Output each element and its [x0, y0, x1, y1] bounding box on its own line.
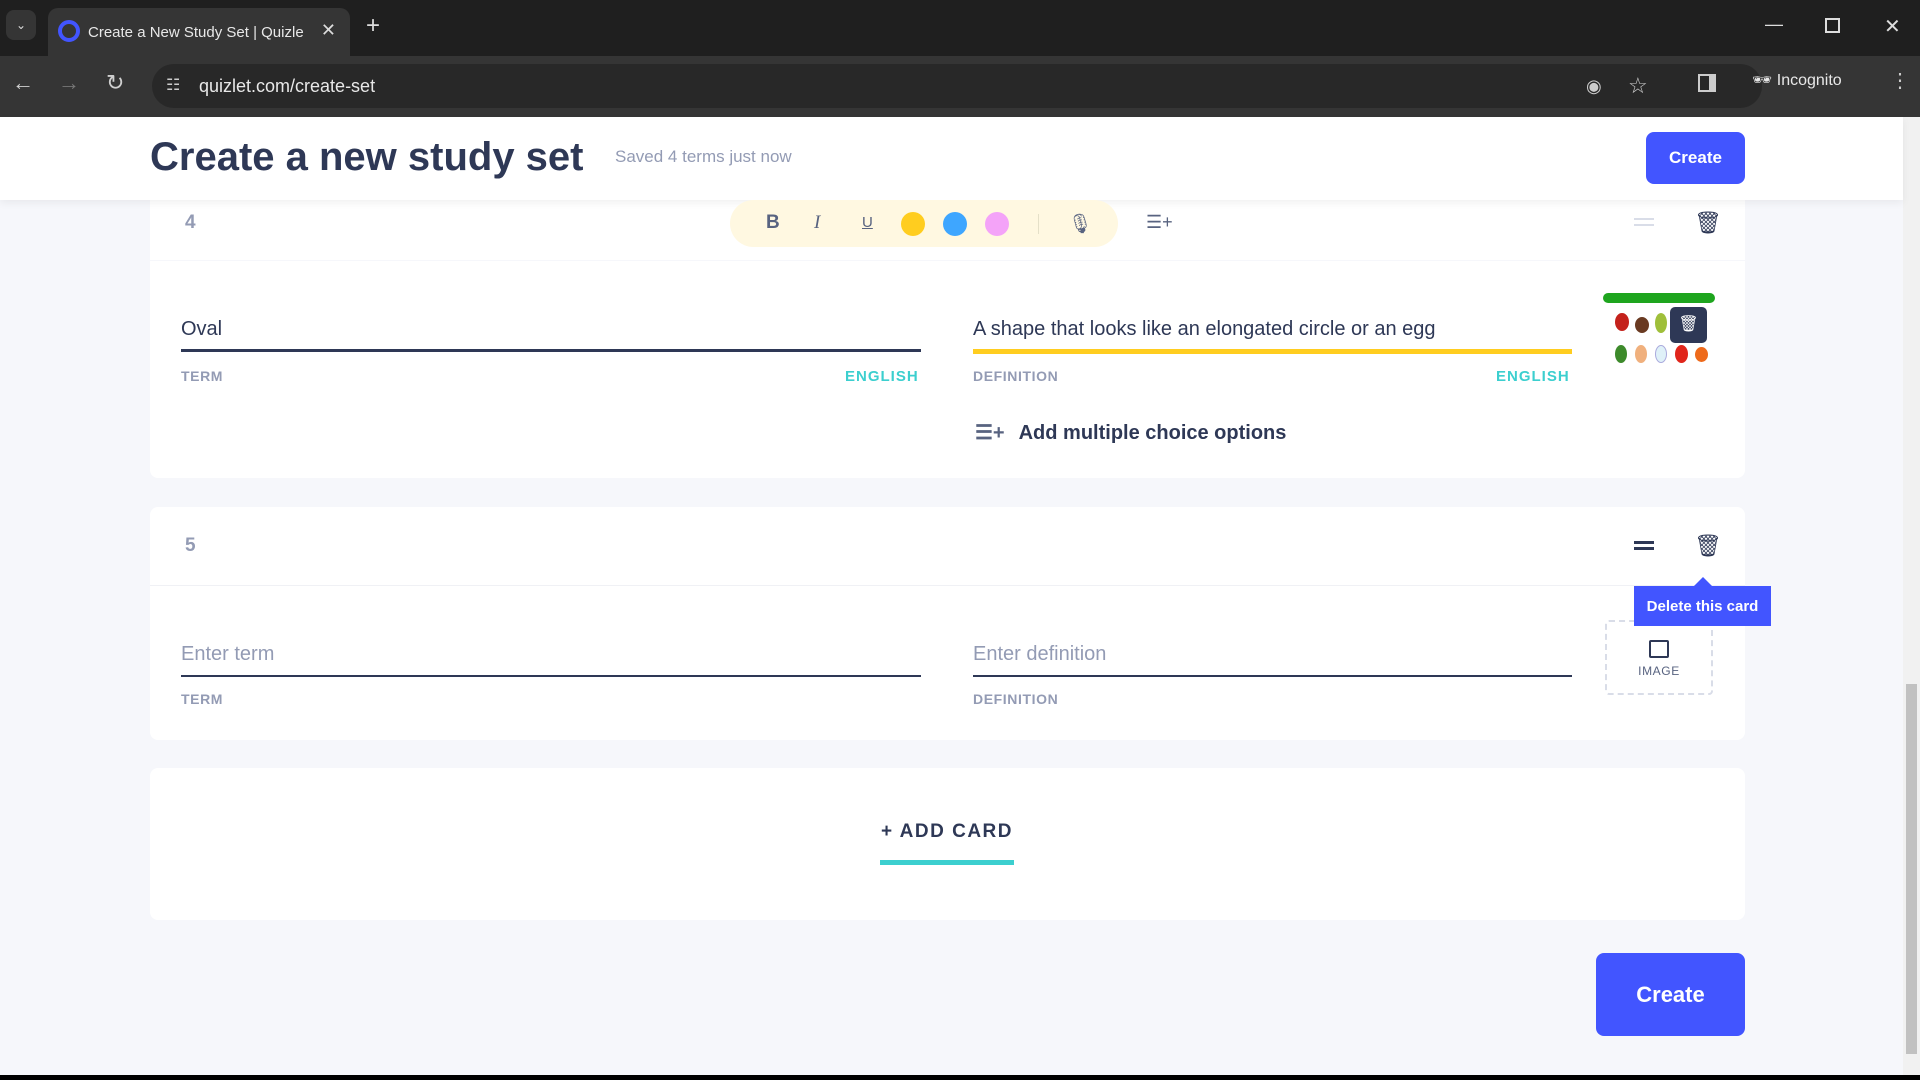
close-tab-icon[interactable]: ✕ — [321, 20, 336, 41]
add-image-button[interactable]: IMAGE — [1605, 620, 1713, 695]
browser-tab-bar: ⌄ Create a New Study Set | Quizle ✕ + — … — [0, 0, 1920, 56]
definition-label: DEFINITION — [973, 691, 1059, 707]
save-status: Saved 4 terms just now — [615, 147, 792, 166]
maximize-button[interactable] — [1825, 18, 1840, 33]
card-5: 5 🗑 Enter term TERM Enter definition DEF… — [150, 507, 1745, 740]
browser-menu-icon[interactable]: ⋮ — [1890, 68, 1910, 93]
bold-button[interactable]: B — [766, 212, 780, 234]
highlight-blue-button[interactable] — [943, 212, 967, 236]
page-header: Create a new study set Saved 4 terms jus… — [0, 117, 1903, 200]
url-text: quizlet.com/create-set — [199, 76, 376, 96]
minimize-button[interactable]: — — [1765, 14, 1783, 35]
reload-icon[interactable]: ↻ — [106, 70, 124, 96]
definition-input[interactable]: Enter definition — [973, 643, 1572, 677]
site-info-icon[interactable]: ☷ — [166, 64, 180, 108]
back-icon[interactable]: ← — [12, 70, 34, 96]
scrollbar-thumb[interactable] — [1906, 684, 1917, 1054]
incognito-label: Incognito — [1776, 72, 1842, 89]
page-title: Create a new study set — [150, 135, 584, 179]
term-input[interactable]: Enter term — [181, 643, 921, 677]
delete-card-icon[interactable]: 🗑 — [1694, 210, 1722, 236]
italic-button[interactable]: I — [814, 212, 820, 234]
delete-image-icon[interactable]: 🗑 — [1670, 307, 1707, 343]
close-window-button[interactable]: ✕ — [1884, 14, 1901, 39]
card-number: 5 — [185, 535, 196, 556]
highlight-pink-button[interactable] — [985, 212, 1009, 236]
quizlet-favicon-icon — [58, 20, 80, 42]
create-button[interactable]: Create — [1596, 953, 1745, 1036]
forward-icon[interactable]: → — [58, 70, 80, 96]
microphone-icon[interactable]: 🎙 — [1068, 212, 1092, 236]
side-panel-icon[interactable] — [1698, 74, 1716, 92]
term-label: TERM — [181, 691, 224, 707]
definition-input[interactable]: A shape that looks like an elongated cir… — [973, 318, 1572, 354]
tab-title: Create a New Study Set | Quizle — [88, 23, 304, 41]
add-mc-label: Add multiple choice options — [1018, 422, 1287, 444]
add-options-icon[interactable]: ☰+ — [1146, 212, 1173, 233]
card-number: 4 — [185, 212, 196, 233]
definition-language-button[interactable]: ENGLISH — [1496, 368, 1570, 385]
term-language-button[interactable]: ENGLISH — [845, 368, 919, 385]
delete-card-icon[interactable]: 🗑 — [1694, 533, 1722, 559]
formatting-toolbar: B I U 🎙 — [730, 200, 1118, 247]
highlight-yellow-button[interactable] — [901, 212, 925, 236]
bookmark-star-icon[interactable]: ☆ — [1628, 64, 1648, 108]
url-input[interactable]: ☷ quizlet.com/create-set ◉ ☆ — [152, 64, 1762, 108]
add-card-panel: + ADD CARD — [150, 768, 1745, 920]
drag-handle-icon[interactable] — [1634, 541, 1654, 550]
term-label: TERM — [181, 368, 224, 384]
add-multiple-choice-button[interactable]: ☰+ Add multiple choice options — [975, 420, 1286, 445]
delete-card-tooltip: Delete this card — [1634, 577, 1771, 626]
list-add-icon: ☰+ — [975, 422, 1005, 444]
card-image-thumbnail[interactable]: 🗑 — [1603, 293, 1715, 373]
image-label: IMAGE — [1638, 664, 1680, 678]
incognito-badge[interactable]: 🕶 Incognito — [1752, 70, 1842, 90]
eye-off-icon[interactable]: ◉ — [1586, 64, 1602, 108]
browser-tab[interactable]: Create a New Study Set | Quizle ✕ — [48, 8, 350, 56]
image-icon — [1649, 640, 1669, 658]
incognito-icon: 🕶 — [1752, 72, 1777, 89]
term-input[interactable]: Oval — [181, 318, 921, 352]
add-card-button[interactable]: + ADD CARD — [880, 821, 1014, 865]
header-create-button[interactable]: Create — [1646, 132, 1745, 184]
new-tab-button[interactable]: + — [366, 12, 380, 40]
underline-button[interactable]: U — [862, 214, 873, 231]
tab-search-button[interactable]: ⌄ — [6, 10, 36, 40]
drag-handle-icon[interactable] — [1634, 218, 1654, 226]
definition-label: DEFINITION — [973, 368, 1059, 384]
